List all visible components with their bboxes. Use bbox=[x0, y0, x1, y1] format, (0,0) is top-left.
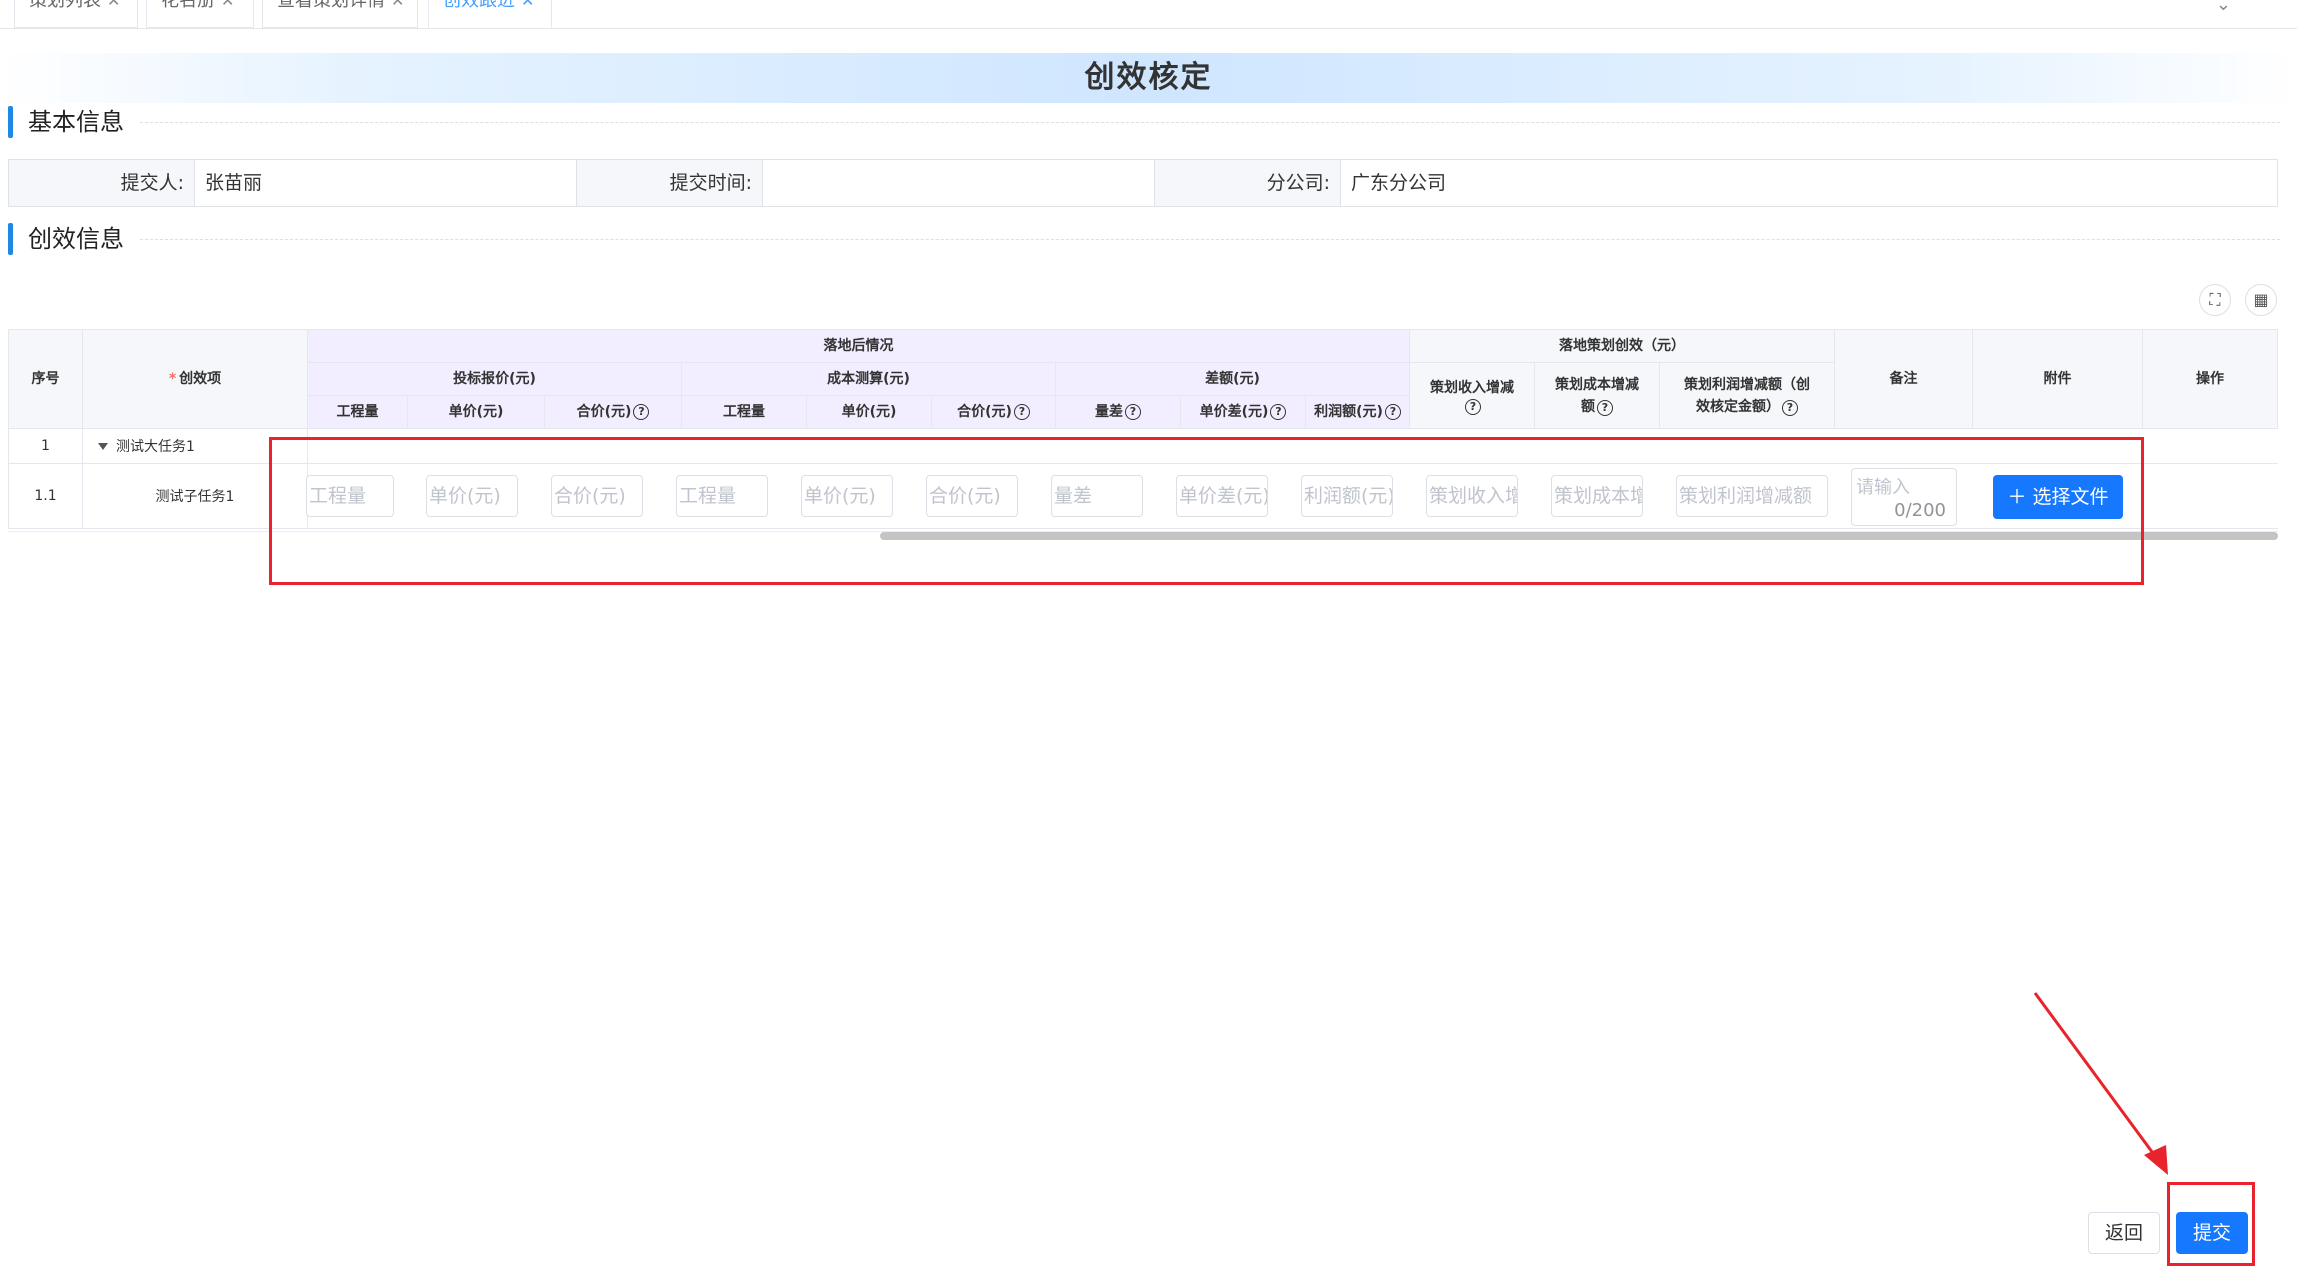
header-income-increase: 策划收入增减? bbox=[1410, 363, 1535, 429]
section-basic-info: 基本信息 bbox=[8, 104, 2288, 140]
divider bbox=[140, 239, 2280, 240]
submit-button[interactable]: 提交 bbox=[2176, 1212, 2248, 1254]
header-text: 工程量 bbox=[723, 404, 765, 420]
close-icon[interactable]: ✕ bbox=[521, 0, 534, 10]
tab-label: 创效跟进 bbox=[443, 0, 515, 11]
header-remark: 备注 bbox=[1835, 329, 1973, 429]
submitter-value: 张苗丽 bbox=[195, 160, 577, 206]
submitter-label: 提交人: bbox=[9, 160, 195, 206]
header-cost-estimate: 成本测算(元) bbox=[682, 363, 1056, 396]
fullscreen-icon[interactable]: ⛶ bbox=[2199, 284, 2231, 316]
header-text: 额 bbox=[1581, 398, 1595, 415]
help-icon[interactable]: ? bbox=[1597, 399, 1613, 416]
header-seq: 序号 bbox=[8, 329, 83, 429]
branch-label: 分公司: bbox=[1155, 160, 1341, 206]
basic-info-row: 提交人: 张苗丽 提交时间: 分公司: 广东分公司 bbox=[8, 159, 2278, 207]
annotation-box-inputs bbox=[269, 437, 2144, 585]
header-text: 策划利润增减额（创 bbox=[1684, 376, 1810, 393]
header-action: 操作 bbox=[2143, 329, 2278, 429]
section-benefit-info: 创效信息 bbox=[8, 221, 2288, 257]
help-icon[interactable]: ? bbox=[1782, 399, 1798, 416]
help-icon[interactable]: ? bbox=[1465, 398, 1481, 415]
cell-text: 测试大任务1 bbox=[116, 439, 195, 455]
branch-value: 广东分公司 bbox=[1351, 172, 1447, 194]
header-text: 策划收入增减 bbox=[1430, 379, 1514, 396]
header-qty-diff: 量差? bbox=[1056, 396, 1181, 429]
header-bid-total-price: 合价(元)? bbox=[545, 396, 682, 429]
header-bid-quote: 投标报价(元) bbox=[308, 363, 682, 396]
header-text: 量差 bbox=[1095, 404, 1123, 420]
tab-label: 查看策划详情 bbox=[277, 0, 385, 11]
header-text: 单价(元) bbox=[448, 404, 504, 420]
grid-icon[interactable]: ▦ bbox=[2245, 284, 2277, 316]
divider bbox=[140, 122, 2280, 123]
header-text: 工程量 bbox=[336, 404, 379, 420]
header-text: 成本测算(元) bbox=[827, 371, 910, 387]
header-cost-quantity: 工程量 bbox=[682, 396, 807, 429]
header-text: 合价(元) bbox=[576, 404, 632, 420]
close-icon[interactable]: ✕ bbox=[221, 0, 234, 10]
header-text: 策划成本增减 bbox=[1555, 376, 1639, 393]
help-icon[interactable]: ? bbox=[1270, 404, 1287, 420]
help-icon[interactable]: ? bbox=[633, 404, 650, 420]
tab-label: 花名册 bbox=[161, 0, 215, 11]
tab-bar: 策划列表 ✕ 花名册 ✕ 查看策划详情 ✕ 创效跟进 ✕ ⌄ bbox=[0, 0, 2297, 29]
section-accent-bar bbox=[8, 223, 13, 255]
header-cost-unit-price: 单价(元) bbox=[807, 396, 932, 429]
header-text: 单价(元) bbox=[841, 404, 897, 420]
header-cost-increase: 策划成本增减额? bbox=[1535, 363, 1660, 429]
header-text: 差额(元) bbox=[1205, 371, 1260, 387]
help-icon[interactable]: ? bbox=[1125, 404, 1141, 420]
tab-roster[interactable]: 花名册 ✕ bbox=[146, 0, 254, 28]
section-title: 创效信息 bbox=[28, 225, 124, 253]
close-icon[interactable]: ✕ bbox=[391, 0, 404, 10]
header-text: 落地策划创效（元） bbox=[1559, 338, 1685, 354]
cell-text: 测试子任务1 bbox=[155, 489, 235, 505]
submit-time-value bbox=[763, 160, 1155, 206]
header-text: 投标报价(元) bbox=[453, 371, 536, 387]
header-planning-benefit: 落地策划创效（元） bbox=[1410, 329, 1835, 363]
header-text: 附件 bbox=[2043, 371, 2072, 387]
header-text: 效核定金额） bbox=[1696, 398, 1780, 415]
tab-label: 策划列表 bbox=[29, 0, 101, 11]
row-seq: 1.1 bbox=[8, 464, 83, 529]
header-bid-unit-price: 单价(元) bbox=[408, 396, 545, 429]
cell-text: 1 bbox=[41, 438, 50, 454]
header-item: * 创效项 bbox=[83, 329, 308, 429]
close-icon[interactable]: ✕ bbox=[107, 0, 120, 10]
header-difference: 差额(元) bbox=[1056, 363, 1410, 396]
header-text: 合价(元) bbox=[957, 404, 1012, 420]
header-text: 利润额(元) bbox=[1314, 404, 1383, 420]
header-after-landing: 落地后情况 bbox=[308, 329, 1410, 363]
header-text: 落地后情况 bbox=[823, 338, 894, 354]
tab-view-planning-detail[interactable]: 查看策划详情 ✕ bbox=[262, 0, 418, 28]
header-profit-increase: 策划利润增减额（创效核定金额）? bbox=[1660, 363, 1835, 429]
tab-planning-list[interactable]: 策划列表 ✕ bbox=[14, 0, 138, 28]
back-button[interactable]: 返回 bbox=[2088, 1212, 2160, 1254]
cell-text: 1.1 bbox=[34, 488, 57, 504]
header-unit-price-diff: 单价差(元)? bbox=[1181, 396, 1306, 429]
header-text: 序号 bbox=[31, 371, 60, 387]
caret-down-icon[interactable] bbox=[98, 442, 108, 450]
header-text: 创效项 bbox=[179, 371, 222, 387]
header-text: 备注 bbox=[1889, 371, 1918, 387]
header-bid-quantity: 工程量 bbox=[308, 396, 408, 429]
section-title: 基本信息 bbox=[28, 108, 124, 136]
page-title: 创效核定 bbox=[1084, 60, 1213, 95]
help-icon[interactable]: ? bbox=[1384, 404, 1401, 420]
section-accent-bar bbox=[8, 106, 13, 138]
chevron-down-icon[interactable]: ⌄ bbox=[2216, 0, 2231, 15]
header-cost-total-price: 合价(元)? bbox=[932, 396, 1056, 429]
required-mark: * bbox=[168, 371, 177, 387]
header-attachment: 附件 bbox=[1973, 329, 2143, 429]
header-profit: 利润额(元)? bbox=[1306, 396, 1410, 429]
help-icon[interactable]: ? bbox=[1013, 404, 1030, 420]
header-text: 单价差(元) bbox=[1199, 404, 1269, 420]
submit-time-label: 提交时间: bbox=[577, 160, 763, 206]
row-seq: 1 bbox=[8, 429, 83, 464]
tab-benefit-follow[interactable]: 创效跟进 ✕ bbox=[428, 0, 552, 28]
header-text: 操作 bbox=[2196, 371, 2224, 387]
annotation-arrow bbox=[2033, 992, 2168, 1175]
